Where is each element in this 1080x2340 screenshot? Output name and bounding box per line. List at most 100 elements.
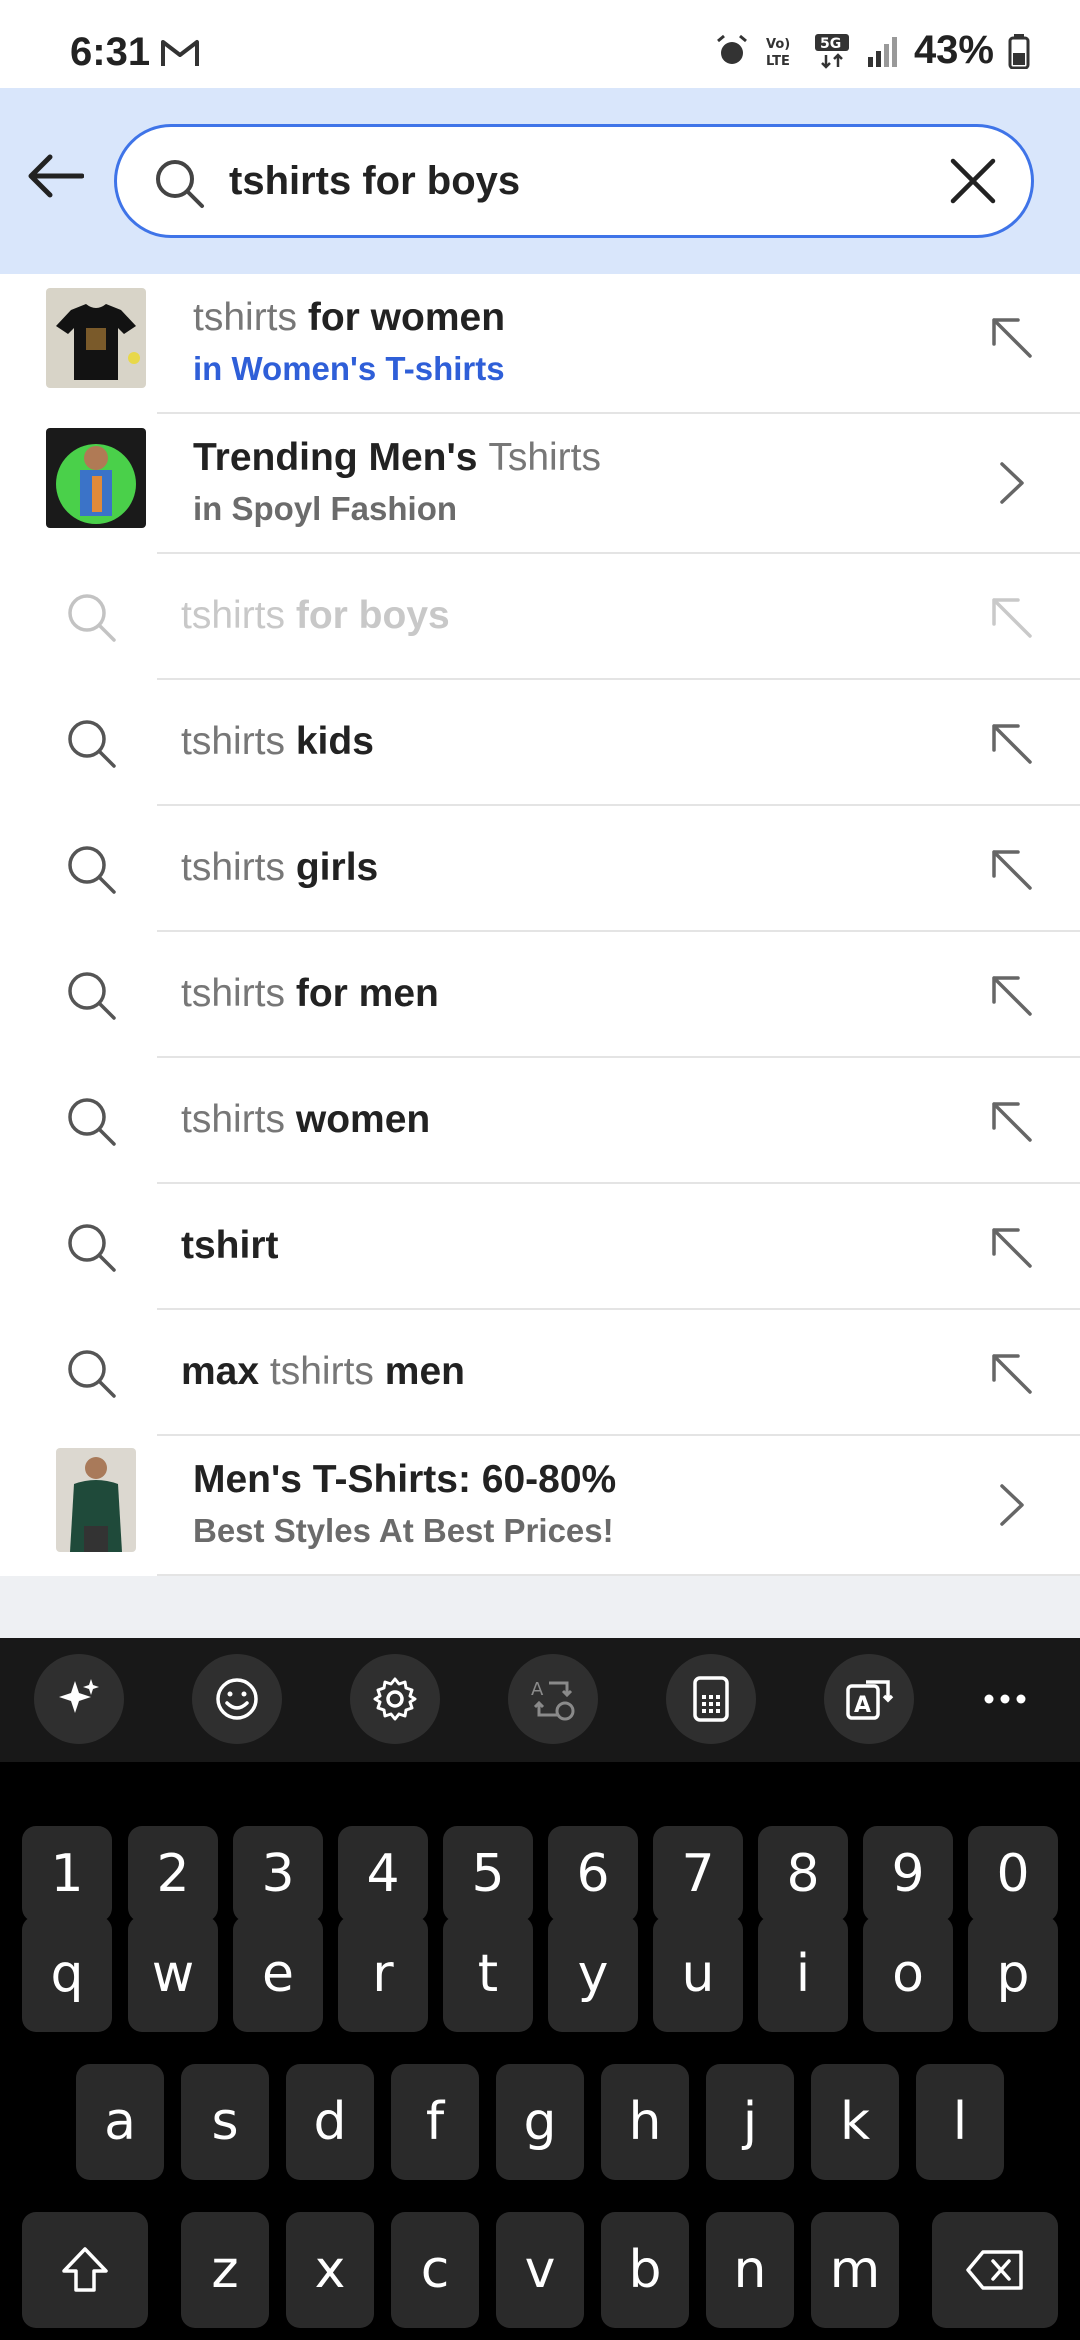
svg-text:A: A xyxy=(854,1693,871,1718)
backspace-key[interactable] xyxy=(932,2212,1058,2328)
suggestion-item[interactable]: tshirts for men xyxy=(0,932,1080,1058)
svg-text:5G: 5G xyxy=(820,36,841,52)
key-t[interactable]: t xyxy=(443,1916,533,2032)
suggestion-completion: girls xyxy=(295,846,379,889)
suggestion-prefix: tshirts xyxy=(181,1098,296,1141)
key-u[interactable]: u xyxy=(653,1916,743,2032)
key-e[interactable]: e xyxy=(233,1916,323,2032)
promo-title-bold: Trending Men's xyxy=(193,436,489,479)
key-d[interactable]: d xyxy=(286,2064,374,2180)
back-button[interactable] xyxy=(24,144,88,208)
suggestion-item[interactable]: max tshirts men xyxy=(0,1310,1080,1436)
search-icon xyxy=(68,1098,116,1146)
fill-query-arrow-icon[interactable] xyxy=(988,846,1034,892)
search-input[interactable]: tshirts for boys xyxy=(114,124,1034,238)
key-8[interactable]: 8 xyxy=(758,1826,848,1922)
settings-button[interactable] xyxy=(350,1654,440,1744)
key-o[interactable]: o xyxy=(863,1916,953,2032)
keypad-icon xyxy=(693,1676,729,1722)
key-b[interactable]: b xyxy=(601,2212,689,2328)
status-icons: Vo) LTE 5G 43% xyxy=(714,28,1030,73)
key-l[interactable]: l xyxy=(916,2064,1004,2180)
suggestion-item[interactable]: tshirts girls xyxy=(0,806,1080,932)
key-2[interactable]: 2 xyxy=(128,1826,218,1922)
suggestion-completion: for boys xyxy=(295,594,450,637)
suggestion-prefix: tshirts xyxy=(181,720,296,763)
key-m[interactable]: m xyxy=(811,2212,899,2328)
suggestion-text: tshirts kids xyxy=(181,680,374,804)
more-button[interactable] xyxy=(960,1654,1050,1744)
key-1[interactable]: 1 xyxy=(22,1826,112,1922)
fill-query-arrow-icon[interactable] xyxy=(988,1224,1034,1270)
key-p[interactable]: p xyxy=(968,1916,1058,2032)
key-n[interactable]: n xyxy=(706,2212,794,2328)
key-k[interactable]: k xyxy=(811,2064,899,2180)
key-5[interactable]: 5 xyxy=(443,1826,533,1922)
promo-item-sale[interactable]: Men's T-Shirts: 60-80% Best Styles At Be… xyxy=(0,1436,1080,1576)
shift-key[interactable] xyxy=(22,2212,148,2328)
svg-text:A: A xyxy=(531,1679,544,1700)
search-icon xyxy=(68,846,116,894)
suggestion-item[interactable]: tshirt xyxy=(0,1184,1080,1310)
5g-icon: 5G xyxy=(814,33,849,69)
emoji-button[interactable] xyxy=(192,1654,282,1744)
empty-area xyxy=(0,1576,1080,1638)
fill-query-arrow-icon[interactable] xyxy=(988,972,1034,1018)
fill-query-arrow-icon[interactable] xyxy=(988,1098,1034,1144)
sparkle-button[interactable] xyxy=(34,1654,124,1744)
gmail-icon xyxy=(161,40,199,66)
search-icon xyxy=(68,972,116,1020)
fill-query-arrow-icon[interactable] xyxy=(988,314,1034,360)
text-recognition-button[interactable]: A xyxy=(824,1654,914,1744)
key-v[interactable]: v xyxy=(496,2212,584,2328)
key-x[interactable]: x xyxy=(286,2212,374,2328)
key-h[interactable]: h xyxy=(601,2064,689,2180)
suggestion-item[interactable]: tshirts women xyxy=(0,1058,1080,1184)
key-g[interactable]: g xyxy=(496,2064,584,2180)
key-a[interactable]: a xyxy=(76,2064,164,2180)
key-3[interactable]: 3 xyxy=(233,1826,323,1922)
suggestion-item[interactable]: tshirts for boys xyxy=(0,554,1080,680)
key-6[interactable]: 6 xyxy=(548,1826,638,1922)
svg-text:Vo): Vo) xyxy=(766,37,790,52)
key-4[interactable]: 4 xyxy=(338,1826,428,1922)
settings-icon xyxy=(373,1677,417,1721)
suggestion-item[interactable]: tshirts for women in Women's T-shirts xyxy=(0,274,1080,414)
translate-button[interactable]: A xyxy=(508,1654,598,1744)
search-icon xyxy=(68,1224,116,1272)
fill-query-arrow-icon[interactable] xyxy=(988,594,1034,640)
key-y[interactable]: y xyxy=(548,1916,638,2032)
emoji-icon xyxy=(216,1678,258,1720)
promo-item-trending[interactable]: Trending Men's Tshirts in Spoyl Fashion xyxy=(0,414,1080,554)
promo-title: Men's T-Shirts: 60-80% xyxy=(193,1458,617,1501)
product-thumbnail xyxy=(46,288,146,388)
key-7[interactable]: 7 xyxy=(653,1826,743,1922)
key-q[interactable]: q xyxy=(22,1916,112,2032)
suggestion-completion: women xyxy=(295,1098,431,1141)
search-icon xyxy=(68,594,116,642)
battery-icon xyxy=(1008,33,1030,69)
suggestion-category: in Women's T-shirts xyxy=(193,350,505,387)
search-icon xyxy=(68,1350,116,1398)
search-query-text[interactable]: tshirts for boys xyxy=(229,127,520,235)
key-c[interactable]: c xyxy=(391,2212,479,2328)
key-w[interactable]: w xyxy=(128,1916,218,2032)
key-z[interactable]: z xyxy=(181,2212,269,2328)
key-0[interactable]: 0 xyxy=(968,1826,1058,1922)
key-f[interactable]: f xyxy=(391,2064,479,2180)
key-9[interactable]: 9 xyxy=(863,1826,953,1922)
promo-text: Men's T-Shirts: 60-80% Best Styles At Be… xyxy=(193,1458,616,1550)
suggestion-item[interactable]: tshirts kids xyxy=(0,680,1080,806)
fill-query-arrow-icon[interactable] xyxy=(988,1350,1034,1396)
key-i[interactable]: i xyxy=(758,1916,848,2032)
promo-thumbnail xyxy=(46,428,146,528)
key-r[interactable]: r xyxy=(338,1916,428,2032)
clear-search-button[interactable] xyxy=(945,153,1001,209)
suggestion-text: tshirts for women in Women's T-shirts xyxy=(193,296,505,388)
fill-query-arrow-icon[interactable] xyxy=(988,720,1034,766)
key-s[interactable]: s xyxy=(181,2064,269,2180)
keypad-button[interactable] xyxy=(666,1654,756,1744)
key-j[interactable]: j xyxy=(706,2064,794,2180)
suggestion-completion: for women xyxy=(307,296,506,339)
suggestion-prefix: tshirts xyxy=(269,1350,385,1393)
